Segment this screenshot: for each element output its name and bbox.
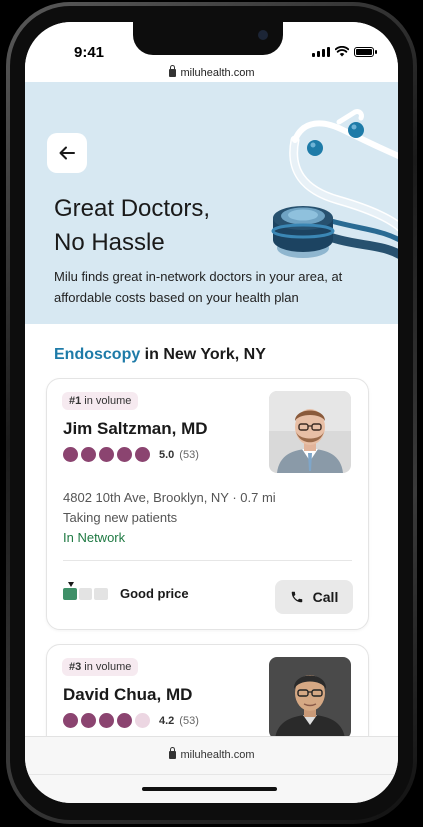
doctor-name: Jim Saltzman, MD <box>63 419 208 438</box>
rating: 5.0 (53) <box>63 447 199 462</box>
divider <box>25 774 398 775</box>
camera <box>258 30 268 40</box>
review-count: (53) <box>179 714 199 727</box>
phone-icon <box>291 591 302 603</box>
price-meter <box>63 581 109 600</box>
rating-dot <box>117 447 132 462</box>
status-icons <box>312 46 377 57</box>
rating-value: 5.0 <box>159 448 175 461</box>
url-text: miluhealth.com <box>180 749 255 761</box>
back-button[interactable] <box>47 133 87 173</box>
availability-text: Taking new patients <box>63 510 178 525</box>
rating-dot <box>81 713 96 728</box>
title-line-1: Great Doctors, <box>54 195 211 222</box>
location-text[interactable]: New York, NY <box>163 346 266 363</box>
rank-badge: #3 in volume <box>62 658 139 676</box>
search-summary: Endoscopy in New York, NY <box>25 324 398 379</box>
back-arrow-icon <box>59 146 75 160</box>
price-segment <box>94 587 109 600</box>
specialty-link[interactable]: Endoscopy <box>54 346 140 363</box>
status-bar: 9:41 miluhealth.com <box>25 22 398 82</box>
title-line-2: No Hassle <box>54 229 165 256</box>
rating-dot <box>63 713 78 728</box>
price-segment <box>63 587 77 600</box>
rank-number: #1 <box>69 395 82 407</box>
stethoscope-illustration <box>271 109 398 259</box>
call-button[interactable]: Call <box>275 580 353 614</box>
rank-label: in volume <box>81 661 132 673</box>
signal-icon <box>312 47 330 57</box>
doctor-address: 4802 10th Ave, Brooklyn, NY · 0.7 mi <box>63 490 276 505</box>
address-bar-top[interactable]: miluhealth.com <box>25 65 398 79</box>
phone-bezel: 9:41 miluhealth.com Great Doctors, No Ha… <box>10 6 413 820</box>
phone-frame: 9:41 miluhealth.com Great Doctors, No Ha… <box>6 2 417 824</box>
price-indicator: Good price <box>63 581 189 601</box>
screen: 9:41 miluhealth.com Great Doctors, No Ha… <box>25 22 398 803</box>
call-label: Call <box>312 589 339 605</box>
rank-number: #3 <box>69 661 82 673</box>
rank-label: in volume <box>81 395 132 407</box>
lock-icon <box>168 747 176 759</box>
price-label: Good price <box>120 586 189 601</box>
rating-dot <box>135 447 150 462</box>
price-segment <box>78 587 93 600</box>
rating-dot <box>99 447 114 462</box>
rating-dot <box>99 713 114 728</box>
rating: 4.2 (53) <box>63 713 199 728</box>
divider <box>63 560 352 561</box>
notch <box>133 22 283 55</box>
network-status: In Network <box>63 530 126 545</box>
doctor-photo <box>269 391 351 473</box>
rating-dot <box>81 447 96 462</box>
lock-icon <box>168 65 176 77</box>
home-indicator[interactable] <box>142 787 277 791</box>
page-title: Great Doctors, No Hassle <box>54 192 254 260</box>
browser-bottom-bar: miluhealth.com <box>25 736 398 803</box>
battery-icon <box>354 47 377 57</box>
wifi-icon <box>335 46 349 57</box>
doctor-card[interactable]: #1 in volume Jim Saltzman, MD 5.0 (53) 4… <box>46 378 369 630</box>
doctor-name: David Chua, MD <box>63 685 193 704</box>
page-subtitle: Milu finds great in-network doctors in y… <box>54 269 343 305</box>
rank-badge: #1 in volume <box>62 392 139 410</box>
price-marker <box>68 581 74 587</box>
doctor-photo <box>269 657 351 739</box>
hero-section: Great Doctors, No Hassle Milu finds grea… <box>25 82 398 324</box>
url-text: miluhealth.com <box>180 67 255 79</box>
review-count: (53) <box>179 448 199 461</box>
status-time: 9:41 <box>74 44 105 61</box>
search-connector: in <box>140 346 164 363</box>
rating-dot <box>63 447 78 462</box>
rating-dot <box>117 713 132 728</box>
rating-value: 4.2 <box>159 714 175 727</box>
search-heading: Endoscopy in New York, NY <box>54 346 266 364</box>
address-bar-bottom[interactable]: miluhealth.com <box>25 747 398 761</box>
rating-dot <box>135 713 150 728</box>
